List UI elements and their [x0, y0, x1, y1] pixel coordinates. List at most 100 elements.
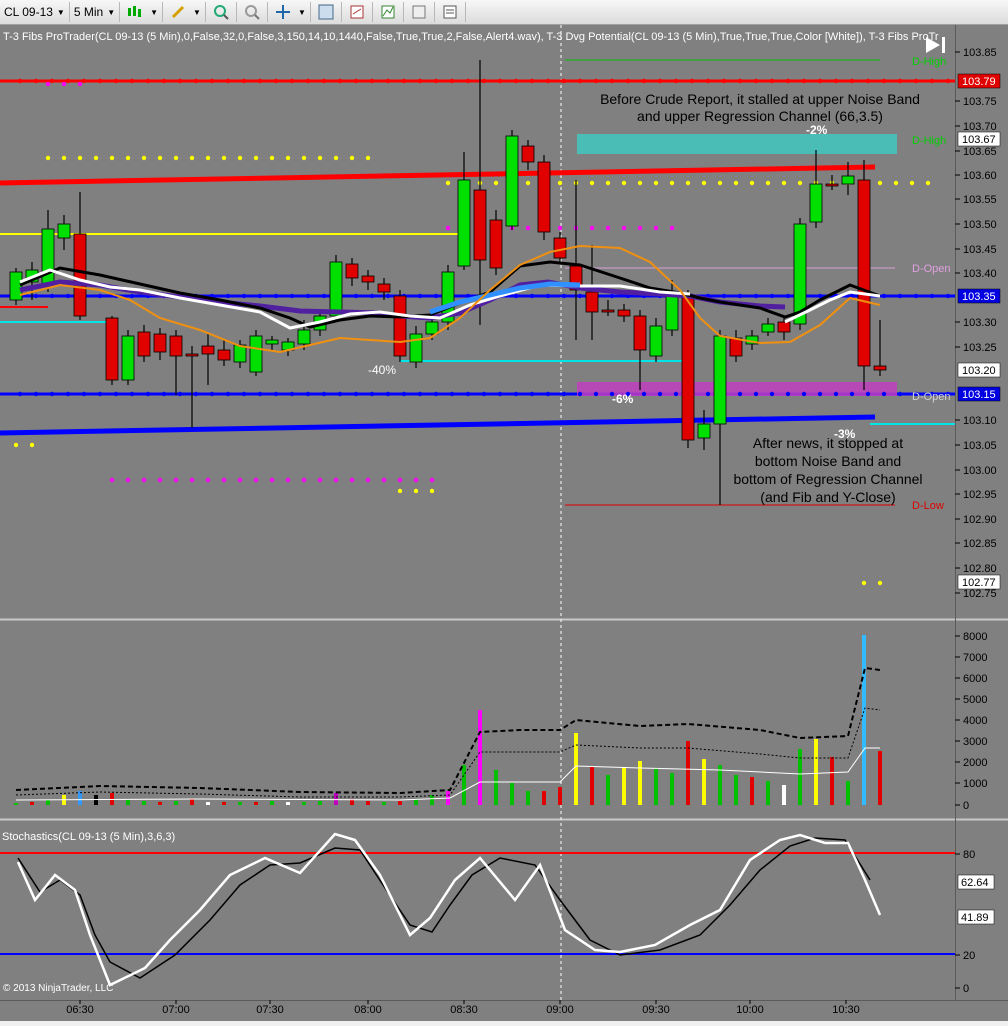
candle: [409, 333, 423, 363]
price-tick-label: 102.85: [963, 538, 997, 550]
time-tick-label: 10:30: [832, 1004, 860, 1016]
volume-bar: [526, 791, 530, 805]
annotation-after-line-1: After news, it stopped at: [753, 435, 903, 451]
candle: [873, 365, 887, 371]
time-tick-label: 09:30: [642, 1004, 670, 1016]
annotation-after-line-4: (and Fib and Y-Close): [760, 489, 895, 505]
stoch-badge-label: 62.64: [961, 877, 989, 889]
candle: [809, 183, 823, 223]
candle: [217, 349, 231, 361]
bar-style-button[interactable]: ▼: [120, 2, 164, 22]
candle: [857, 179, 871, 367]
candle: [265, 339, 279, 345]
volume-bar: [158, 802, 162, 805]
d-high-label-2: D-High: [912, 135, 946, 147]
candle: [537, 161, 551, 233]
price-tick-label: 102.80: [963, 563, 997, 575]
chart-canvas[interactable]: T-3 Fibs ProTrader(CL 09-13 (5 Min),0,Fa…: [0, 25, 1008, 1021]
price-tick-label: 103.05: [963, 440, 997, 452]
volume-bar: [206, 802, 210, 805]
volume-bar: [302, 802, 306, 805]
price-tick-label: 103.10: [963, 415, 997, 427]
candle: [585, 291, 599, 313]
zoom-out-icon: [244, 4, 260, 20]
data-box-button[interactable]: [404, 2, 435, 22]
candle: [681, 295, 695, 441]
volume-tick-label: 4000: [963, 715, 987, 727]
candle: [665, 291, 679, 331]
volume-bar: [382, 802, 386, 805]
annotation-after-line-3: bottom of Regression Channel: [733, 471, 922, 487]
candle: [617, 309, 631, 317]
candle: [825, 183, 839, 187]
volume-bar: [830, 757, 834, 805]
fib-minus6-label: -6%: [612, 392, 634, 406]
volume-bar: [286, 802, 290, 805]
volume-bar: [494, 770, 498, 805]
candle: [489, 219, 503, 269]
volume-bar: [14, 803, 18, 805]
chart-area[interactable]: T-3 Fibs ProTrader(CL 09-13 (5 Min),0,Fa…: [0, 25, 1008, 1021]
candle: [73, 233, 87, 317]
volume-tick-label: 2000: [963, 757, 987, 769]
volume-bar: [398, 801, 402, 805]
volume-bar: [862, 635, 866, 805]
strategy-button[interactable]: [342, 2, 373, 22]
candle: [377, 283, 391, 293]
instrument-selector[interactable]: CL 09-13 ▼: [0, 2, 70, 22]
candle: [329, 261, 343, 317]
candle: [473, 189, 487, 261]
crosshair-button[interactable]: ▼: [268, 2, 311, 22]
volume-bar: [590, 767, 594, 805]
candle: [521, 145, 535, 163]
magnifier-button[interactable]: [311, 2, 342, 22]
candle: [41, 228, 55, 287]
volume-bar: [814, 739, 818, 805]
candle: [153, 333, 167, 353]
price-tick-label: 103.70: [963, 121, 997, 133]
volume-tick-label: 6000: [963, 673, 987, 685]
zoom-in-icon: [213, 4, 229, 20]
copyright-label: © 2013 NinjaTrader, LLC: [3, 983, 113, 994]
price-badge-label: 103.67: [962, 134, 996, 146]
chevron-down-icon: ▼: [56, 7, 65, 17]
price-badge-label: 103.20: [962, 365, 996, 377]
d-open-label: D-Open: [912, 263, 951, 275]
annotation-before-line-1: Before Crude Report, it stalled at upper…: [600, 91, 920, 107]
d-low-label: D-Low: [912, 500, 944, 512]
draw-tool-button[interactable]: ▼: [163, 2, 206, 22]
time-tick-label: 08:30: [450, 1004, 478, 1016]
candle: [601, 309, 615, 313]
magnifier-icon: [318, 4, 334, 20]
volume-bar: [430, 795, 434, 805]
volume-bar: [222, 802, 226, 805]
candle: [457, 179, 471, 267]
volume-bar: [542, 791, 546, 805]
chevron-down-icon: ▼: [297, 7, 306, 17]
time-tick-label: 09:00: [546, 1004, 574, 1016]
indicator-header: T-3 Fibs ProTrader(CL 09-13 (5 Min),0,Fa…: [3, 31, 939, 43]
zoom-out-button[interactable]: [237, 2, 268, 22]
volume-bar: [478, 710, 482, 805]
candle: [201, 345, 215, 355]
time-tick-label: 07:30: [256, 1004, 284, 1016]
candle: [633, 315, 647, 351]
candle: [729, 337, 743, 357]
candle: [169, 335, 183, 357]
volume-tick-label: 1000: [963, 778, 987, 790]
indicators-button[interactable]: [373, 2, 404, 22]
candle: [249, 335, 263, 373]
volume-bar: [654, 769, 658, 805]
chart-toolbar: CL 09-13 ▼ 5 Min ▼ ▼ ▼ ▼: [0, 0, 1008, 25]
zoom-in-button[interactable]: [206, 2, 237, 22]
price-tick-label: 103.60: [963, 170, 997, 182]
chevron-down-icon: ▼: [193, 7, 201, 17]
price-tick-label: 103.40: [963, 268, 997, 280]
candle: [553, 237, 567, 259]
candle: [185, 353, 199, 357]
interval-selector[interactable]: 5 Min ▼: [70, 2, 121, 22]
d-high-label: D-High: [912, 56, 946, 68]
candle: [697, 423, 711, 439]
properties-button[interactable]: [435, 2, 466, 22]
volume-bar: [782, 785, 786, 805]
